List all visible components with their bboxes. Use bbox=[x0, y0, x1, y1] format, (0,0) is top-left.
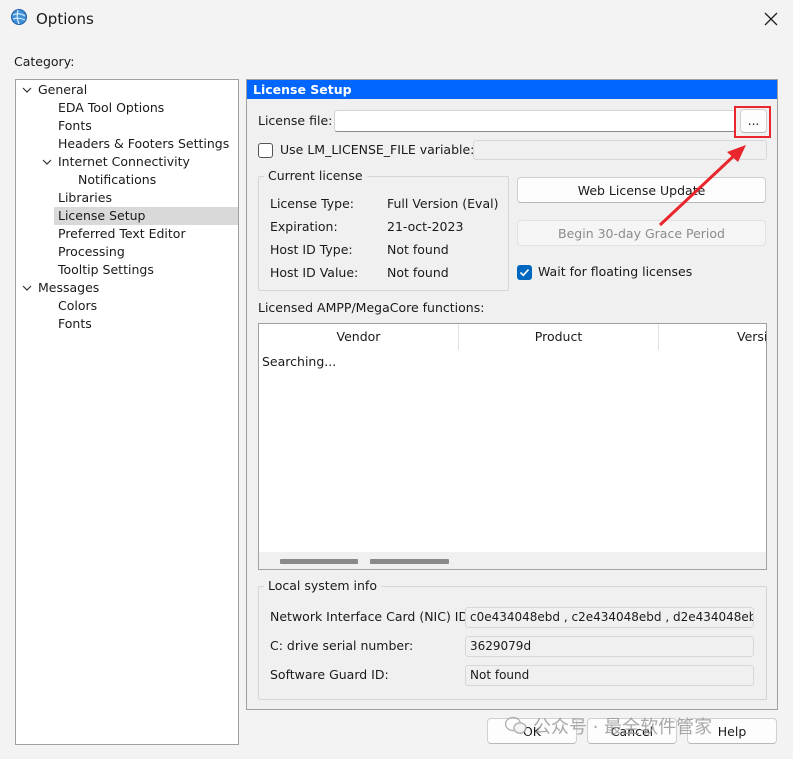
tree-item-general[interactable]: General bbox=[38, 81, 87, 99]
tree-item-messages-fonts[interactable]: Fonts bbox=[58, 315, 92, 333]
panel-header: License Setup bbox=[247, 80, 777, 99]
tree-item-preferred-text-editor[interactable]: Preferred Text Editor bbox=[58, 225, 186, 243]
host-id-type-label: Host ID Type: bbox=[270, 242, 353, 257]
expiration-value: 21-oct-2023 bbox=[387, 219, 464, 234]
software-guard-value: Not found bbox=[465, 665, 754, 686]
current-license-title: Current license bbox=[264, 168, 367, 183]
watermark-text: 公众号 · 最全软件管家 bbox=[533, 717, 713, 738]
tree-item-libraries[interactable]: Libraries bbox=[58, 189, 112, 207]
app-globe-icon bbox=[11, 9, 27, 25]
chevron-down-icon[interactable] bbox=[41, 156, 53, 168]
chevron-down-icon[interactable] bbox=[21, 282, 33, 294]
watermark: 公众号 · 最全软件管家 bbox=[505, 713, 712, 739]
nic-value: c0e434048ebd , c2e434048ebd , d2e434048e… bbox=[465, 607, 754, 628]
host-id-value-label: Host ID Value: bbox=[270, 265, 359, 280]
close-button[interactable] bbox=[756, 4, 786, 34]
chevron-down-icon[interactable] bbox=[21, 84, 33, 96]
annotation-arrow-icon bbox=[658, 145, 746, 227]
tree-item-messages[interactable]: Messages bbox=[38, 279, 99, 297]
tree-item-internet-connectivity[interactable]: Internet Connectivity bbox=[58, 153, 190, 171]
scrollbar-thumb[interactable] bbox=[280, 559, 358, 564]
annotation-highlight-box bbox=[734, 106, 771, 138]
tree-item-license-setup[interactable]: License Setup bbox=[54, 207, 238, 225]
license-type-label: License Type: bbox=[270, 196, 355, 211]
scrollbar-thumb[interactable] bbox=[370, 559, 449, 564]
license-file-label: License file: bbox=[258, 113, 333, 128]
tree-item-colors[interactable]: Colors bbox=[58, 297, 97, 315]
column-header-version[interactable]: Versi bbox=[659, 324, 766, 350]
tree-item-processing[interactable]: Processing bbox=[58, 243, 125, 261]
host-id-value-value: Not found bbox=[387, 265, 449, 280]
tree-item-headers-footers[interactable]: Headers & Footers Settings bbox=[58, 135, 229, 153]
local-system-info-title: Local system info bbox=[264, 578, 381, 593]
drive-serial-value: 3629079d bbox=[465, 636, 754, 657]
title-bar: Options bbox=[0, 0, 793, 40]
tree-item-eda-tool-options[interactable]: EDA Tool Options bbox=[58, 99, 164, 117]
window-title: Options bbox=[36, 10, 94, 28]
tree-item-tooltip-settings[interactable]: Tooltip Settings bbox=[58, 261, 154, 279]
expiration-label: Expiration: bbox=[270, 219, 338, 234]
tree-item-fonts[interactable]: Fonts bbox=[58, 117, 92, 135]
close-icon bbox=[764, 12, 778, 26]
table-status-text: Searching... bbox=[262, 354, 337, 369]
column-header-vendor[interactable]: Vendor bbox=[259, 324, 459, 350]
tree-item-notifications[interactable]: Notifications bbox=[78, 171, 156, 189]
functions-label: Licensed AMPP/MegaCore functions: bbox=[258, 300, 485, 315]
host-id-type-value: Not found bbox=[387, 242, 449, 257]
category-tree[interactable]: General EDA Tool Options Fonts Headers &… bbox=[15, 79, 239, 745]
license-file-input[interactable] bbox=[334, 110, 736, 132]
wait-floating-checkbox[interactable] bbox=[517, 265, 532, 280]
checkmark-icon bbox=[519, 268, 530, 277]
functions-table[interactable]: Vendor Product Versi Searching... bbox=[258, 323, 767, 570]
category-label: Category: bbox=[14, 54, 75, 69]
use-lm-license-checkbox[interactable] bbox=[258, 143, 273, 158]
wechat-icon bbox=[505, 716, 527, 734]
wait-floating-label: Wait for floating licenses bbox=[538, 264, 693, 279]
use-lm-license-label: Use LM_LICENSE_FILE variable: bbox=[280, 142, 475, 157]
software-guard-label: Software Guard ID: bbox=[270, 667, 389, 682]
nic-label: Network Interface Card (NIC) ID: bbox=[270, 609, 473, 624]
column-header-product[interactable]: Product bbox=[459, 324, 659, 350]
drive-serial-label: C: drive serial number: bbox=[270, 638, 414, 653]
license-type-value: Full Version (Eval) bbox=[387, 196, 499, 211]
